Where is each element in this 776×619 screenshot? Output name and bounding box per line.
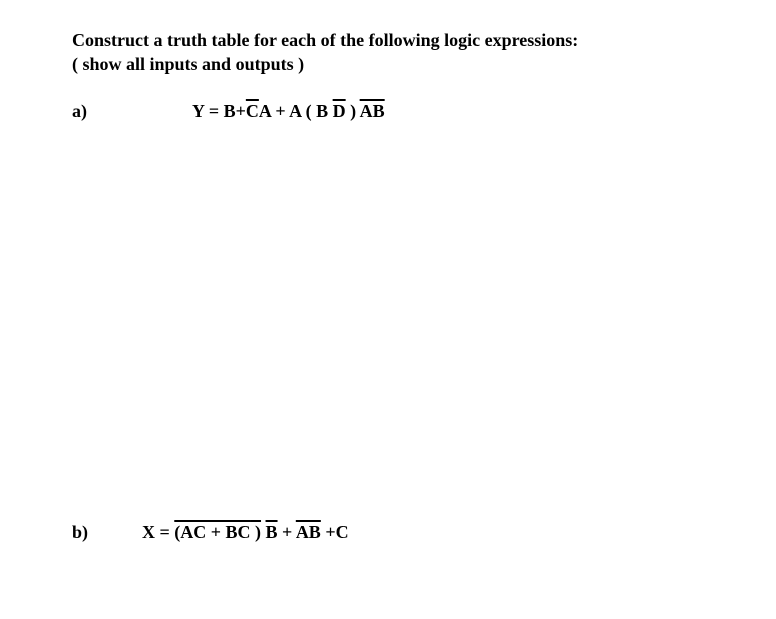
problem-a-row: a) Y = B+CA + A ( B D ) AB [72, 101, 704, 123]
heading-line-1: Construct a truth table for each of the … [72, 30, 578, 50]
problem-b-row: b) X = (AC + BC ) B + AB +C [72, 522, 704, 544]
overline-D: D [333, 101, 346, 121]
heading-line-2: ( show all inputs and outputs ) [72, 54, 304, 74]
overline-C-inner: C [238, 522, 251, 542]
overline-AB: AB [296, 522, 321, 542]
overline-B: B [266, 522, 278, 542]
problem-a-label: a) [72, 101, 104, 122]
expr-text: Y = B+ [192, 101, 246, 121]
problem-b-expression: X = (AC + BC ) B + AB +C [142, 522, 349, 544]
expr-text: ) [346, 101, 360, 121]
expr-text: X = [142, 522, 174, 542]
overline-AB: AB [360, 101, 385, 121]
overline-C: C [246, 101, 259, 121]
expr-text: +C [321, 522, 349, 542]
expr-text: A + A ( B [259, 101, 333, 121]
instruction-heading: Construct a truth table for each of the … [72, 28, 704, 77]
document-page: Construct a truth table for each of the … [0, 0, 776, 619]
expr-text: (AC + B [174, 522, 237, 542]
problem-a-expression: Y = B+CA + A ( B D ) AB [192, 101, 385, 123]
problem-b-label: b) [72, 522, 104, 543]
overline-group: (AC + BC ) [174, 522, 261, 542]
expr-text: ) [251, 522, 262, 542]
expr-text: + [278, 522, 296, 542]
